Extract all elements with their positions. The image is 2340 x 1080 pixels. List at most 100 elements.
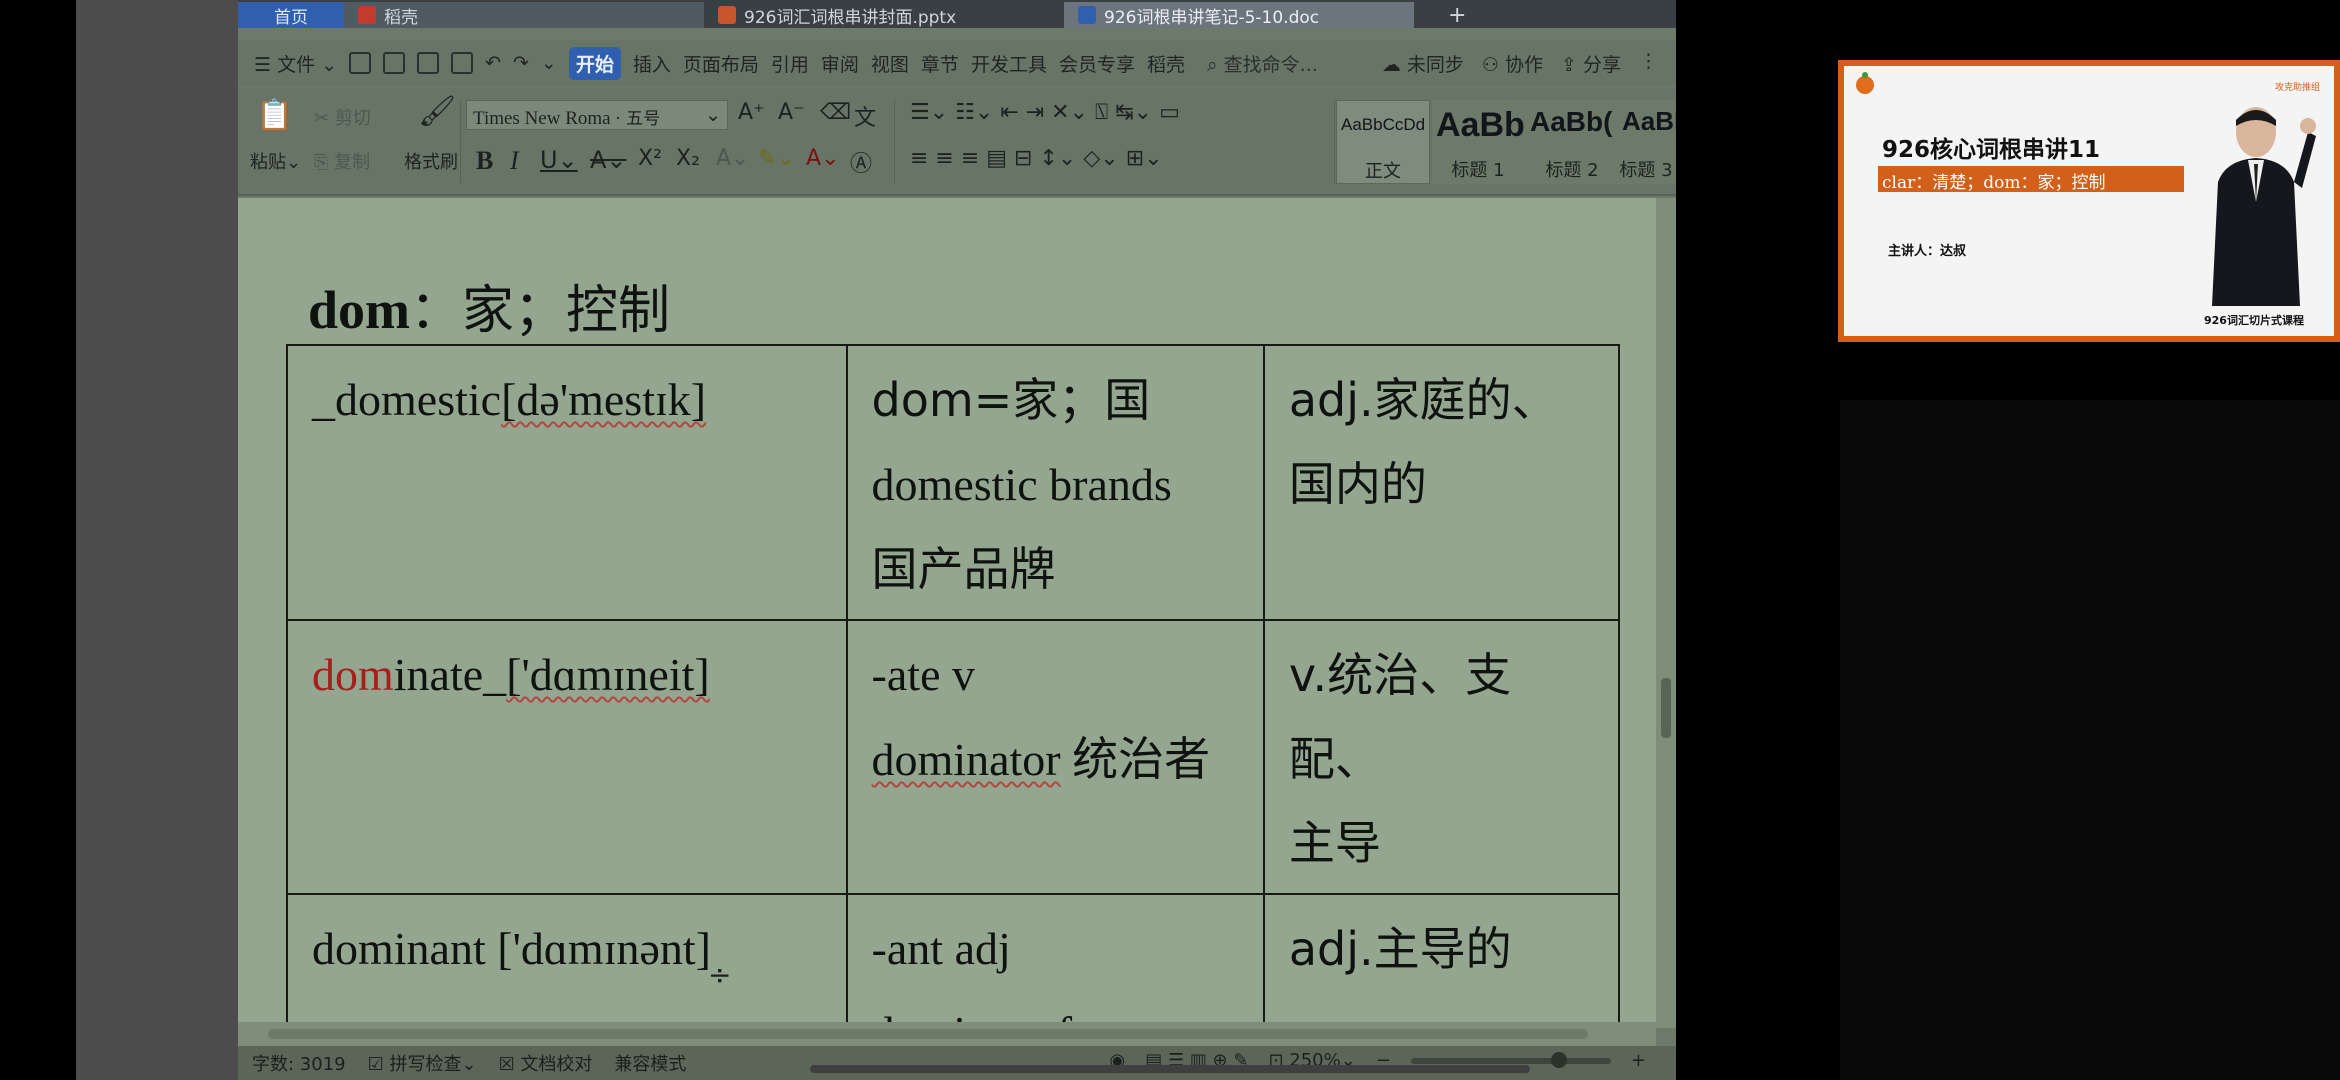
document-canvas[interactable]: dom：家；控制 _domestic[də'mestɪk] dom=家；国 do… — [238, 198, 1656, 1080]
menu-daoke[interactable]: 稻壳 — [1147, 50, 1185, 77]
root-cell[interactable]: dom=家；国 domestic brands 国产品牌 — [845, 344, 1265, 621]
horizontal-scroll-thumb[interactable] — [268, 1029, 1588, 1039]
menu-chapter[interactable]: 章节 — [921, 50, 959, 77]
undo-icon[interactable]: ↶ — [485, 52, 501, 74]
superscript-button[interactable]: X² — [638, 146, 662, 171]
sync-button[interactable]: ☁ 未同步 — [1382, 50, 1464, 77]
table-row: dominate_['dɑmɪneit] -ate v dominator 统治… — [286, 619, 1621, 895]
word-count[interactable]: 字数: 3019 — [252, 1050, 346, 1076]
bullets-icon[interactable]: ☰⌄ ☷⌄ ⇤ ⇥ ✕⌄ ⍂ ↹⌄ ▭ — [910, 100, 1180, 125]
tab-doc-label: 926词根串讲笔记-5-10.doc — [1104, 7, 1320, 28]
style-heading1[interactable]: AaBb 标题 1 — [1432, 100, 1526, 184]
zoom-slider-knob[interactable] — [1550, 1051, 1567, 1068]
print-icon[interactable] — [417, 52, 440, 74]
strikethrough-button[interactable]: A⌄ — [590, 146, 627, 174]
example-line: dominator — [871, 734, 1061, 785]
shared-screen: 首页 稻壳 926词汇词根串讲封面.pptx 926词根串讲笔记-5-10.do… — [76, 0, 1676, 1080]
share-button[interactable]: ⇪ 分享 — [1561, 50, 1621, 77]
more-icon[interactable]: ⋮ — [1639, 50, 1658, 77]
font-color-button[interactable]: A⌄ — [806, 146, 839, 171]
paste-button[interactable]: 粘贴⌄ — [250, 148, 301, 174]
style-heading3[interactable]: AaBbC 标题 3 — [1618, 100, 1676, 184]
screen-scrollbar[interactable] — [810, 1065, 1530, 1073]
table-move-handle-icon[interactable]: ÷ — [708, 958, 731, 991]
highlight-button[interactable]: ✎⌄ — [758, 146, 795, 171]
word-table: _domestic[də'mestɪk] dom=家；国 domestic br… — [286, 344, 1621, 1080]
phonetic-text: [də'mestɪk] — [501, 374, 707, 425]
bold-button[interactable]: B — [476, 146, 493, 176]
proofread-label: 文档校对 — [520, 1054, 593, 1075]
paste-icon[interactable]: 📋 — [256, 98, 293, 133]
underline-button[interactable]: U⌄ — [540, 146, 578, 174]
root-line: -ate v — [871, 649, 975, 700]
text-effect-button[interactable]: A⌄ — [716, 146, 749, 171]
tab-daoke[interactable]: 稻壳 — [344, 2, 704, 28]
redo-icon[interactable]: ↷ — [513, 52, 529, 74]
align-icons[interactable]: ≡ ≡ ≡ ▤ ⊟ ↕⌄ ◇⌄ ⊞⌄ — [910, 146, 1163, 171]
vertical-scroll-thumb[interactable] — [1661, 678, 1671, 738]
font-grow-icon[interactable]: A⁺ — [738, 100, 765, 125]
spellcheck-button[interactable]: ☑ 拼写检查⌄ — [368, 1050, 477, 1076]
tab-daoke-label: 稻壳 — [384, 7, 418, 28]
course-video-card[interactable]: 攻克助推组 926核心词根串讲11 clar：清楚；dom：家；控制 主讲人：达… — [1838, 60, 2340, 342]
command-search[interactable]: ⌕ 查找命令... — [1207, 50, 1318, 77]
save-icon[interactable] — [349, 52, 372, 74]
format-painter-label: 格式刷 — [404, 152, 458, 173]
zoom-in-button[interactable]: + — [1631, 1050, 1646, 1071]
menu-vip[interactable]: 会员专享 — [1059, 50, 1135, 77]
new-tab-button[interactable]: + — [1414, 2, 1480, 28]
copy-button[interactable]: ⎘ 复制 — [314, 148, 370, 174]
ribbon-divider — [460, 100, 461, 184]
tab-ppt[interactable]: 926词汇词根串讲封面.pptx — [704, 2, 1064, 28]
clear-format-icon[interactable]: ⌫ — [820, 100, 851, 125]
menu-right: ☁ 未同步 ⚇ 协作 ⇪ 分享 ⋮ — [1382, 50, 1676, 77]
menu-reference[interactable]: 引用 — [771, 50, 809, 77]
menu-view[interactable]: 视图 — [871, 50, 909, 77]
preview-icon[interactable] — [451, 52, 474, 74]
menu-devtools[interactable]: 开发工具 — [971, 50, 1047, 77]
tab-home-label: 首页 — [274, 7, 308, 28]
style-heading3-preview: AaBbC — [1622, 106, 1676, 136]
vertical-scrollbar[interactable] — [1656, 198, 1676, 1028]
customize-icon[interactable]: ⌄ — [541, 52, 557, 74]
format-painter-icon[interactable]: 🖌 — [418, 94, 456, 129]
style-heading2-label: 标题 2 — [1545, 160, 1599, 181]
menu-file[interactable]: ☰ 文件 ⌄ — [254, 50, 337, 77]
cut-button[interactable]: ✂ 剪切 — [314, 104, 371, 130]
status-bar: 字数: 3019 ☑ 拼写检查⌄ ☒ 文档校对 兼容模式 ◉ ▤ ☰ ▥ ⊕ ✎… — [238, 1046, 1676, 1080]
meaning-line: adj.家庭的、 — [1288, 373, 1558, 427]
export-icon[interactable] — [383, 52, 406, 74]
collab-button[interactable]: ⚇ 协作 — [1482, 50, 1543, 77]
root-cell[interactable]: -ate v dominator 统治者 — [845, 619, 1265, 895]
menu-bar: ☰ 文件 ⌄ ↶ ↷ ⌄ 开始 插入 页面布局 引用 审阅 视图 章节 开发工具… — [238, 40, 1676, 86]
menu-file-label: 文件 — [277, 53, 316, 76]
meaning-cell[interactable]: v.统治、支配、 主导 — [1262, 619, 1621, 895]
tab-home[interactable]: 首页 — [238, 2, 344, 28]
menu-insert[interactable]: 插入 — [633, 50, 671, 77]
style-heading1-preview: AaBb — [1436, 106, 1524, 144]
style-normal[interactable]: AaBbCcDd 正文 — [1336, 100, 1430, 184]
italic-button[interactable]: I — [510, 146, 519, 176]
pinyin-icon[interactable]: 文 — [854, 100, 876, 132]
menu-start[interactable]: 开始 — [568, 46, 621, 80]
char-border-button[interactable]: Ⓐ — [850, 146, 872, 178]
font-name-select[interactable]: Times New Roma · 五号 ⌄ — [466, 100, 728, 130]
zoom-slider[interactable] — [1410, 1051, 1611, 1068]
meaning-cell[interactable]: adj.家庭的、 国内的 — [1262, 344, 1621, 621]
doc-icon — [1078, 6, 1096, 24]
subscript-button[interactable]: X₂ — [676, 146, 700, 171]
proofread-button[interactable]: ☒ 文档校对 — [499, 1050, 593, 1076]
style-heading2[interactable]: AaBb( 标题 2 — [1526, 100, 1620, 184]
wps-window: 首页 稻壳 926词汇词根串讲封面.pptx 926词根串讲笔记-5-10.do… — [238, 0, 1676, 1080]
root-line: dom=家；国 — [871, 373, 1151, 427]
menu-layout[interactable]: 页面布局 — [683, 50, 759, 77]
horizontal-scrollbar[interactable] — [238, 1022, 1656, 1046]
tab-doc[interactable]: 926词根串讲笔记-5-10.doc — [1064, 2, 1414, 28]
heading-meaning: ：家；控制 — [410, 281, 671, 341]
format-painter-button[interactable]: 格式刷 — [404, 148, 458, 174]
word-cell[interactable]: _domestic[də'mestɪk] — [286, 344, 848, 621]
word-cell[interactable]: dominate_['dɑmɪneit] — [286, 619, 848, 895]
font-shrink-icon[interactable]: A⁻ — [778, 100, 805, 125]
menu-review[interactable]: 审阅 — [821, 50, 859, 77]
plus-icon: + — [1448, 2, 1467, 28]
